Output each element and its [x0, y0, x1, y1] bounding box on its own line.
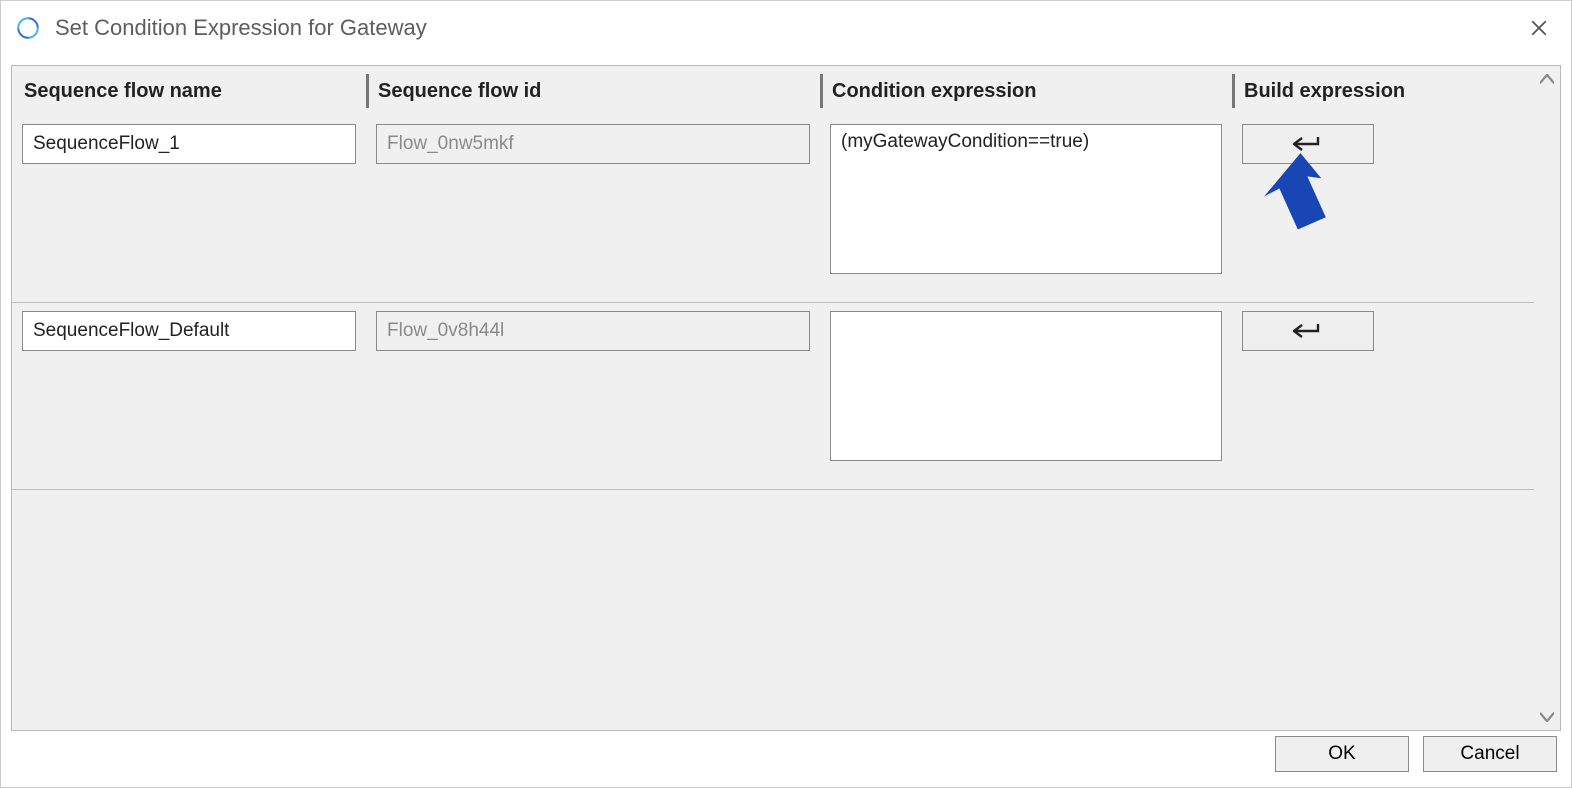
build-expression-button[interactable]: [1242, 124, 1374, 164]
column-headers: Sequence flow name Sequence flow id Cond…: [12, 66, 1534, 116]
flow-name-input[interactable]: [22, 124, 356, 164]
enter-arrow-icon: [1288, 134, 1328, 154]
header-id: Sequence flow id: [366, 66, 820, 116]
header-expression: Condition expression: [820, 66, 1232, 116]
gateway-condition-dialog: Set Condition Expression for Gateway Seq…: [0, 0, 1572, 788]
build-expression-button[interactable]: [1242, 311, 1374, 351]
enter-arrow-icon: [1288, 321, 1328, 341]
flow-id-field: [376, 311, 810, 351]
ok-button[interactable]: OK: [1275, 736, 1409, 772]
header-build: Build expression: [1232, 66, 1422, 116]
condition-expression-input[interactable]: [830, 311, 1222, 461]
chevron-up-icon: [1540, 74, 1554, 84]
titlebar: Set Condition Expression for Gateway: [1, 1, 1571, 55]
table-row: [12, 116, 1534, 303]
scrollbar[interactable]: [1534, 66, 1560, 730]
close-button[interactable]: [1521, 10, 1557, 46]
condition-expression-input[interactable]: [830, 124, 1222, 274]
scroll-down-button[interactable]: [1538, 710, 1556, 724]
flow-name-input[interactable]: [22, 311, 356, 351]
close-icon: [1530, 19, 1548, 37]
header-name: Sequence flow name: [12, 66, 366, 116]
flow-id-field: [376, 124, 810, 164]
cancel-button[interactable]: Cancel: [1423, 736, 1557, 772]
dialog-button-bar: OK Cancel: [1, 731, 1571, 787]
content-frame: Sequence flow name Sequence flow id Cond…: [11, 65, 1561, 731]
pointer-annotation-icon: [1250, 152, 1328, 246]
chevron-down-icon: [1540, 712, 1554, 722]
flows-table: Sequence flow name Sequence flow id Cond…: [12, 66, 1560, 730]
dialog-title: Set Condition Expression for Gateway: [55, 15, 1521, 41]
table-row: [12, 303, 1534, 490]
scroll-up-button[interactable]: [1538, 72, 1556, 86]
app-icon: [15, 15, 41, 41]
